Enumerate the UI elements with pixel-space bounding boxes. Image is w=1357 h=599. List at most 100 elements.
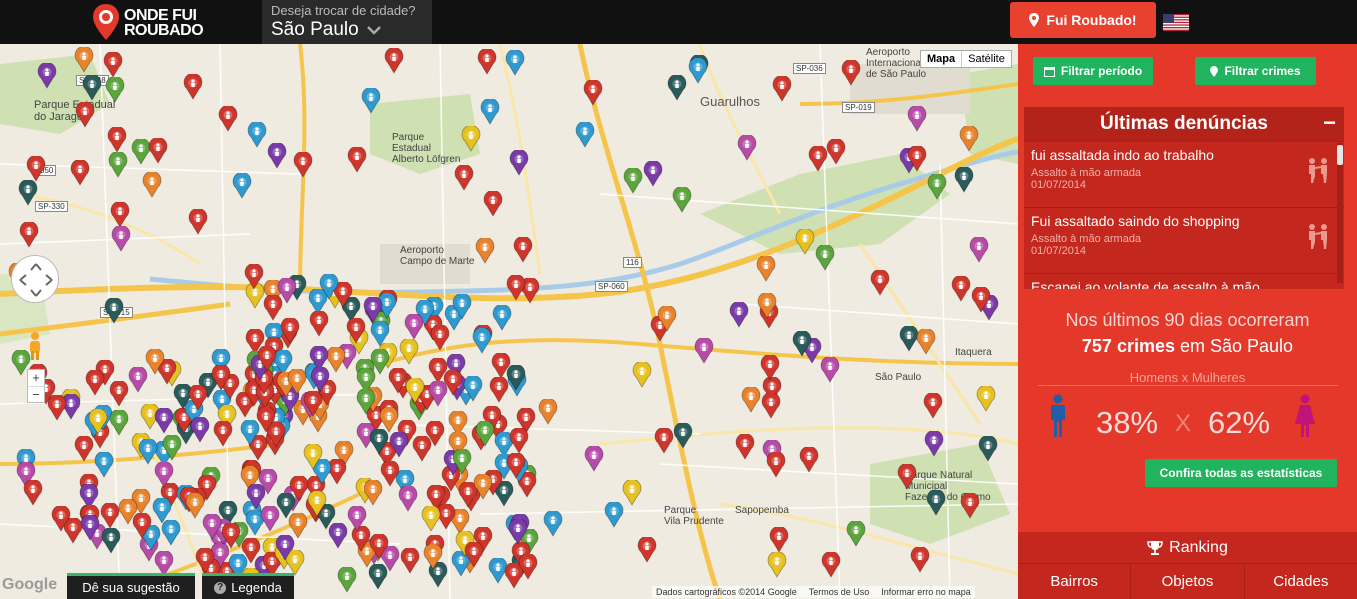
crime-marker[interactable] [815,244,835,271]
crime-marker[interactable] [492,305,512,332]
crime-marker[interactable] [509,149,529,176]
crime-marker[interactable] [356,389,376,415]
crime-marker[interactable] [241,538,261,564]
crime-marker[interactable] [672,187,692,214]
crime-marker[interactable] [309,310,329,337]
crime-marker[interactable] [277,277,297,304]
crime-marker[interactable] [846,521,866,548]
map-type-map-button[interactable]: Mapa [921,51,963,67]
reports-scrollbar[interactable] [1337,143,1343,283]
crime-marker[interactable] [667,75,687,102]
legend-button[interactable]: ? Legenda [202,573,294,599]
map-type-satellite-button[interactable]: Satélite [962,51,1011,67]
crime-marker[interactable] [370,320,390,347]
report-error-link[interactable]: Informar erro no mapa [881,587,971,597]
crime-marker[interactable] [506,365,526,391]
crime-marker[interactable] [405,377,425,404]
crime-marker[interactable] [694,337,714,364]
crime-marker[interactable] [108,151,128,178]
crime-marker[interactable] [543,511,563,537]
filter-crimes-button[interactable]: Filtrar crimes [1195,57,1316,85]
crime-marker[interactable] [101,527,121,554]
crime-marker[interactable] [185,493,205,520]
crime-marker[interactable] [346,317,366,344]
crime-marker[interactable] [760,355,780,382]
crime-marker[interactable] [622,480,642,506]
crime-marker[interactable] [399,338,419,365]
crime-marker[interactable] [757,293,777,320]
crime-marker[interactable] [138,438,158,465]
crime-marker[interactable] [85,369,105,396]
crime-marker[interactable] [632,362,652,389]
crime-marker[interactable] [826,139,846,166]
crime-marker[interactable] [604,502,624,528]
pan-control[interactable] [11,255,59,303]
crime-marker[interactable] [926,490,946,517]
crime-marker[interactable] [400,548,420,574]
crime-marker[interactable] [232,173,252,200]
crime-marker[interactable] [769,526,789,553]
suggestion-button[interactable]: Dê sua sugestão [67,573,195,599]
crime-marker[interactable] [218,106,238,133]
tab-objects[interactable]: Objetos [1130,564,1243,599]
crime-marker[interactable] [109,410,129,437]
crime-marker[interactable] [107,126,127,153]
crime-marker[interactable] [88,409,108,436]
crime-marker[interactable] [23,480,43,507]
crime-marker[interactable] [319,274,339,300]
crime-marker[interactable] [260,506,280,532]
crime-marker[interactable] [256,406,276,433]
crime-marker[interactable] [347,146,367,173]
crime-marker[interactable] [513,236,533,263]
crime-marker[interactable] [26,155,46,182]
crime-marker[interactable] [452,448,472,475]
collapse-button[interactable]: − [1323,110,1336,136]
crime-marker[interactable] [643,161,663,188]
crime-marker[interactable] [907,105,927,132]
crime-marker[interactable] [766,452,786,478]
crime-marker[interactable] [211,365,231,391]
crime-marker[interactable] [111,226,131,253]
all-statistics-button[interactable]: Confira todas as estatísticas [1145,459,1337,487]
crime-marker[interactable] [688,58,708,84]
crime-marker[interactable] [148,137,168,164]
crime-marker[interactable] [464,541,484,568]
report-item[interactable]: Fui assaltado saindo do shopping Assalto… [1024,207,1344,273]
crime-marker[interactable] [75,101,95,128]
crime-marker[interactable] [154,461,174,488]
scrollbar-thumb[interactable] [1337,145,1343,165]
crime-marker[interactable] [623,168,643,195]
crime-marker[interactable] [761,392,781,419]
crime-marker[interactable] [767,552,787,578]
crime-marker[interactable] [379,406,399,433]
crime-marker[interactable] [105,77,125,103]
crime-marker[interactable] [924,430,944,457]
crime-marker[interactable] [735,433,755,460]
crime-marker[interactable] [363,479,383,506]
crime-marker[interactable] [100,502,120,529]
crime-marker[interactable] [584,446,604,473]
crime-marker[interactable] [70,160,90,187]
crime-marker[interactable] [475,237,495,264]
crime-marker[interactable] [307,490,327,517]
crime-marker[interactable] [280,318,300,344]
crime-marker[interactable] [361,88,381,115]
crime-marker[interactable] [104,298,124,325]
crime-marker[interactable] [505,50,525,76]
crime-marker[interactable] [454,164,474,191]
crime-marker[interactable] [477,48,497,75]
crime-marker[interactable] [94,451,114,478]
crime-marker[interactable] [103,52,123,79]
crime-marker[interactable] [74,46,94,73]
crime-marker[interactable] [258,468,278,495]
crime-marker[interactable] [673,423,693,450]
crime-marker[interactable] [145,349,165,375]
crime-marker[interactable] [463,376,483,403]
crime-marker[interactable] [384,47,404,74]
crime-marker[interactable] [398,485,418,512]
crime-marker[interactable] [275,535,295,561]
crime-marker[interactable] [506,274,526,301]
crime-marker[interactable] [480,98,500,125]
crime-marker[interactable] [583,79,603,106]
crime-marker[interactable] [18,180,38,206]
